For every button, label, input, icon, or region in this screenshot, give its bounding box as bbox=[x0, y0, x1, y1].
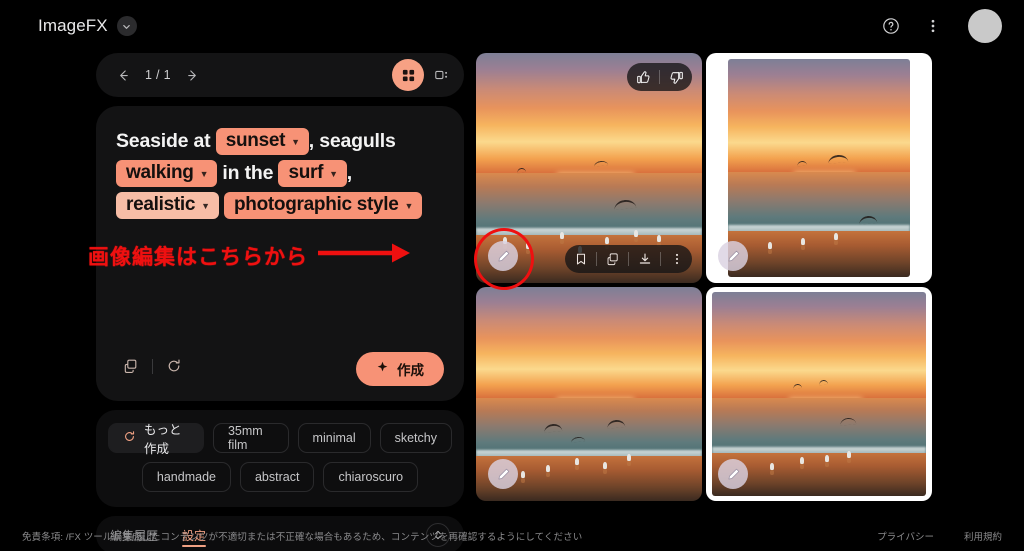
help-circle-icon[interactable] bbox=[878, 13, 904, 39]
prompt-chip-sunset[interactable]: sunset ▼ bbox=[215, 128, 309, 155]
thumb-down-icon[interactable] bbox=[660, 63, 692, 91]
chip-label: realistic bbox=[126, 194, 196, 215]
prompt-chip-surf[interactable]: surf ▼ bbox=[278, 160, 347, 187]
copy-icon[interactable] bbox=[597, 245, 628, 273]
create-button-label: 作成 bbox=[397, 363, 424, 378]
app-header: ImageFX bbox=[0, 0, 1024, 52]
suggestion-label: sketchy bbox=[394, 431, 437, 445]
chip-label: surf bbox=[288, 162, 324, 183]
suggestion-label: もっと作成 bbox=[144, 423, 182, 456]
suggestion-label: chiaroscuro bbox=[338, 470, 404, 484]
imagefx-app: ImageFX 1 / 1 Seaside at sunset ▼ , seag… bbox=[0, 0, 1024, 551]
pencil-icon bbox=[498, 468, 509, 479]
edit-image-button-2[interactable] bbox=[718, 241, 748, 271]
more-vertical-icon[interactable] bbox=[920, 13, 946, 39]
chip-label: sunset bbox=[225, 130, 286, 151]
brand-name: ImageFX bbox=[38, 16, 108, 35]
prompt-card[interactable]: Seaside at sunset ▼ , seagulls walking ▼… bbox=[96, 106, 464, 401]
suggestion-chips: もっと作成 35mm film minimal sketchy handmade… bbox=[96, 410, 464, 507]
image-result-1[interactable] bbox=[476, 53, 702, 283]
vote-controls bbox=[627, 63, 692, 91]
image-result-3[interactable] bbox=[476, 287, 702, 501]
app-footer: 免責条項: /FX ツールが生成したコンテンツが不適切または不正確な場合もあるた… bbox=[0, 521, 1024, 551]
chevron-down-icon[interactable] bbox=[116, 16, 137, 36]
image-result-2[interactable] bbox=[706, 53, 932, 283]
pencil-icon bbox=[498, 250, 509, 261]
pager-count: 1 / 1 bbox=[145, 68, 171, 82]
pencil-icon bbox=[728, 468, 739, 479]
bookmark-icon[interactable] bbox=[565, 245, 596, 273]
grid-view-icon[interactable] bbox=[392, 59, 424, 91]
suggestion-label: 35mm film bbox=[227, 424, 263, 452]
chevron-down-icon: ▼ bbox=[199, 169, 209, 179]
copy-icon[interactable] bbox=[116, 351, 146, 381]
footer-link-terms[interactable]: 利用規約 bbox=[964, 529, 1002, 543]
sparkle-icon bbox=[376, 361, 389, 377]
pencil-icon bbox=[728, 250, 739, 261]
view-toggles bbox=[392, 59, 458, 91]
footer-links: プライバシー 利用規約 bbox=[877, 529, 1002, 543]
pager-bar: 1 / 1 bbox=[96, 53, 464, 97]
prompt-text: Seaside at sunset ▼ , seagulls walking ▼… bbox=[116, 128, 444, 219]
prompt-segment-text: Seaside at bbox=[116, 130, 216, 152]
prompt-line-2: walking ▼ in the surf ▼ , bbox=[116, 160, 444, 187]
avatar[interactable] bbox=[968, 9, 1002, 43]
edit-image-button-4[interactable] bbox=[718, 459, 748, 489]
suggestion-handmade[interactable]: handmade bbox=[141, 462, 231, 492]
suggestion-abstract[interactable]: abstract bbox=[239, 462, 315, 492]
left-panel: 1 / 1 Seaside at sunset ▼ , seagulls wal… bbox=[96, 53, 464, 551]
refresh-icon[interactable] bbox=[159, 351, 189, 381]
image-actions bbox=[565, 245, 692, 273]
image-grid bbox=[476, 53, 932, 505]
image-grid-row-1 bbox=[476, 53, 932, 283]
suggestion-chiaroscuro[interactable]: chiaroscuro bbox=[323, 462, 419, 492]
arrow-left-icon[interactable] bbox=[110, 62, 136, 88]
prompt-segment-text: , bbox=[346, 162, 352, 184]
chip-label: photographic style bbox=[233, 194, 399, 215]
generated-image bbox=[728, 59, 910, 277]
tool-divider bbox=[152, 358, 153, 374]
suggestion-minimal[interactable]: minimal bbox=[297, 423, 371, 453]
prompt-segment-text: in the bbox=[217, 162, 279, 184]
suggestion-label: abstract bbox=[254, 470, 300, 484]
chevron-down-icon: ▼ bbox=[404, 201, 414, 211]
prompt-chip-walking[interactable]: walking ▼ bbox=[116, 160, 218, 187]
prompt-line-1: Seaside at sunset ▼ , seagulls bbox=[116, 128, 444, 155]
suggestion-row-1: もっと作成 35mm film minimal sketchy bbox=[108, 423, 452, 456]
suggestion-label: handmade bbox=[156, 470, 216, 484]
chevron-down-icon: ▼ bbox=[329, 169, 338, 179]
brand[interactable]: ImageFX bbox=[38, 16, 137, 36]
prompt-chip-realistic[interactable]: realistic ▼ bbox=[116, 192, 219, 219]
prompt-line-3: realistic ▼ photographic style ▼ bbox=[116, 192, 444, 219]
suggestion-sketchy[interactable]: sketchy bbox=[379, 423, 452, 453]
create-button[interactable]: 作成 bbox=[356, 352, 444, 386]
chevron-down-icon: ▼ bbox=[291, 137, 300, 147]
suggestion-row-2: handmade abstract chiaroscuro bbox=[108, 462, 452, 492]
detail-view-icon[interactable] bbox=[426, 59, 458, 91]
footer-link-privacy[interactable]: プライバシー bbox=[877, 529, 934, 543]
arrow-right-icon[interactable] bbox=[180, 62, 206, 88]
footer-disclaimer: 免責条項: /FX ツールが生成したコンテンツが不適切または不正確な場合もあるた… bbox=[22, 532, 583, 543]
chip-label: walking bbox=[126, 162, 194, 183]
suggestion-label: minimal bbox=[312, 431, 356, 445]
more-vertical-icon[interactable] bbox=[661, 245, 692, 273]
download-icon[interactable] bbox=[629, 245, 660, 273]
image-grid-row-2 bbox=[476, 287, 932, 501]
image-result-4[interactable] bbox=[706, 287, 932, 501]
chevron-down-icon: ▼ bbox=[201, 201, 210, 211]
header-actions bbox=[878, 9, 1002, 43]
prompt-chip-photographic-style[interactable]: photographic style ▼ bbox=[223, 192, 423, 219]
edit-image-button-3[interactable] bbox=[488, 459, 518, 489]
prompt-segment-text: , seagulls bbox=[308, 130, 396, 152]
refresh-icon bbox=[123, 430, 136, 446]
thumb-up-icon[interactable] bbox=[627, 63, 659, 91]
prompt-tools bbox=[116, 351, 189, 381]
suggestion-more-create[interactable]: もっと作成 bbox=[108, 423, 204, 456]
edit-image-button-1[interactable] bbox=[488, 241, 518, 271]
suggestion-35mm-film[interactable]: 35mm film bbox=[212, 423, 289, 453]
